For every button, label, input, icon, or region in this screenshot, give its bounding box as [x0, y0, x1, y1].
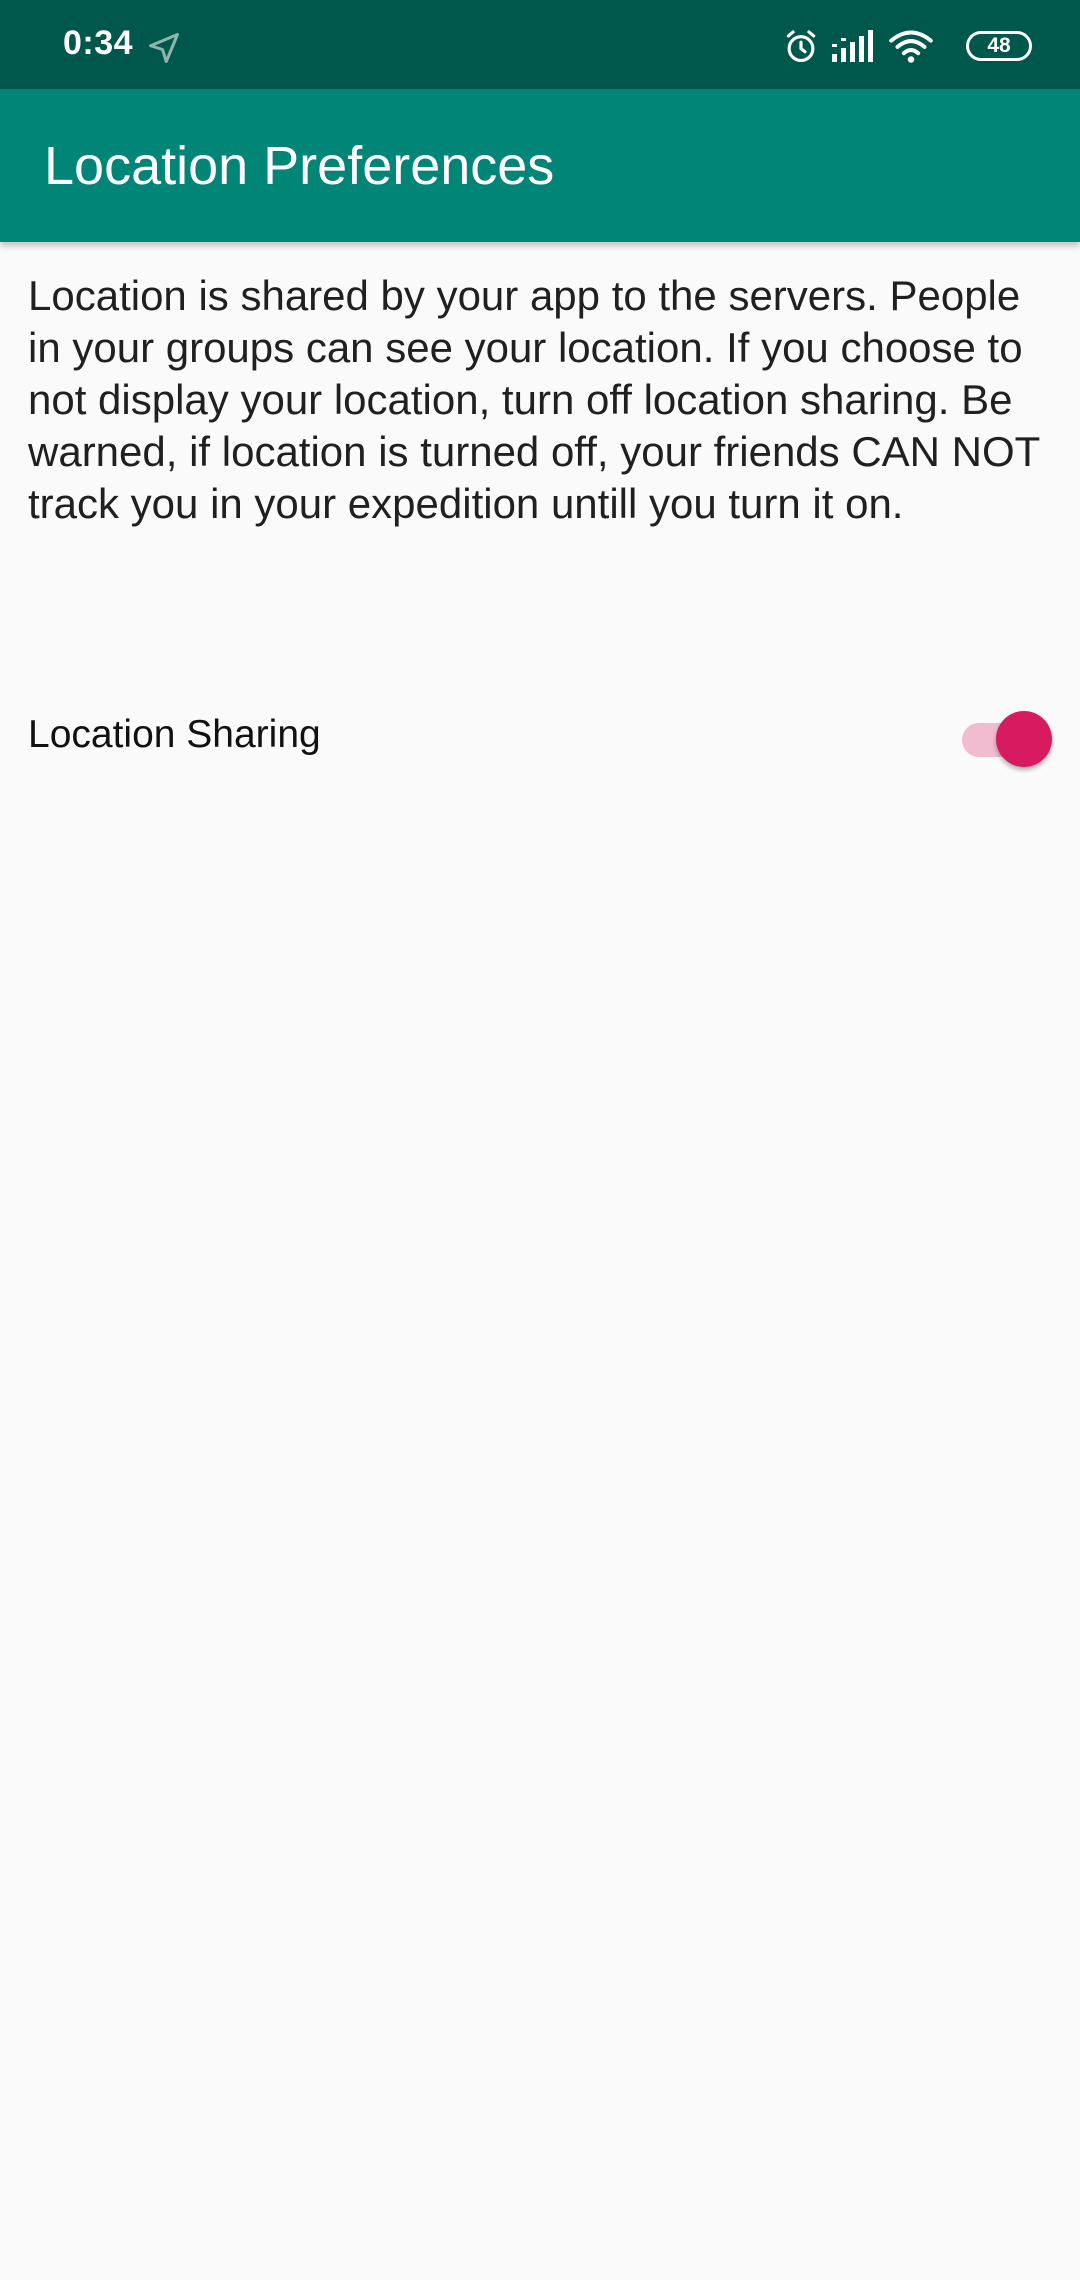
status-bar: 0:34 48: [0, 0, 1080, 89]
location-sharing-label: Location Sharing: [28, 713, 321, 756]
switch-thumb[interactable]: [996, 711, 1052, 767]
location-sharing-switch[interactable]: [960, 706, 1052, 767]
status-icons: 48: [782, 26, 1032, 66]
wifi-icon: [888, 28, 934, 69]
alarm-icon: [782, 28, 820, 71]
app-bar: Location Preferences: [0, 89, 1080, 242]
battery-icon: 48: [966, 31, 1032, 61]
location-description: Location is shared by your app to the se…: [28, 272, 1040, 527]
signal-icon: [832, 30, 876, 69]
status-time: 0:34: [63, 24, 134, 62]
page-title: Location Preferences: [44, 135, 555, 196]
location-sharing-row[interactable]: Location Sharing: [28, 690, 1052, 780]
main-content: Location is shared by your app to the se…: [28, 270, 1058, 767]
navigation-icon: [146, 30, 182, 66]
